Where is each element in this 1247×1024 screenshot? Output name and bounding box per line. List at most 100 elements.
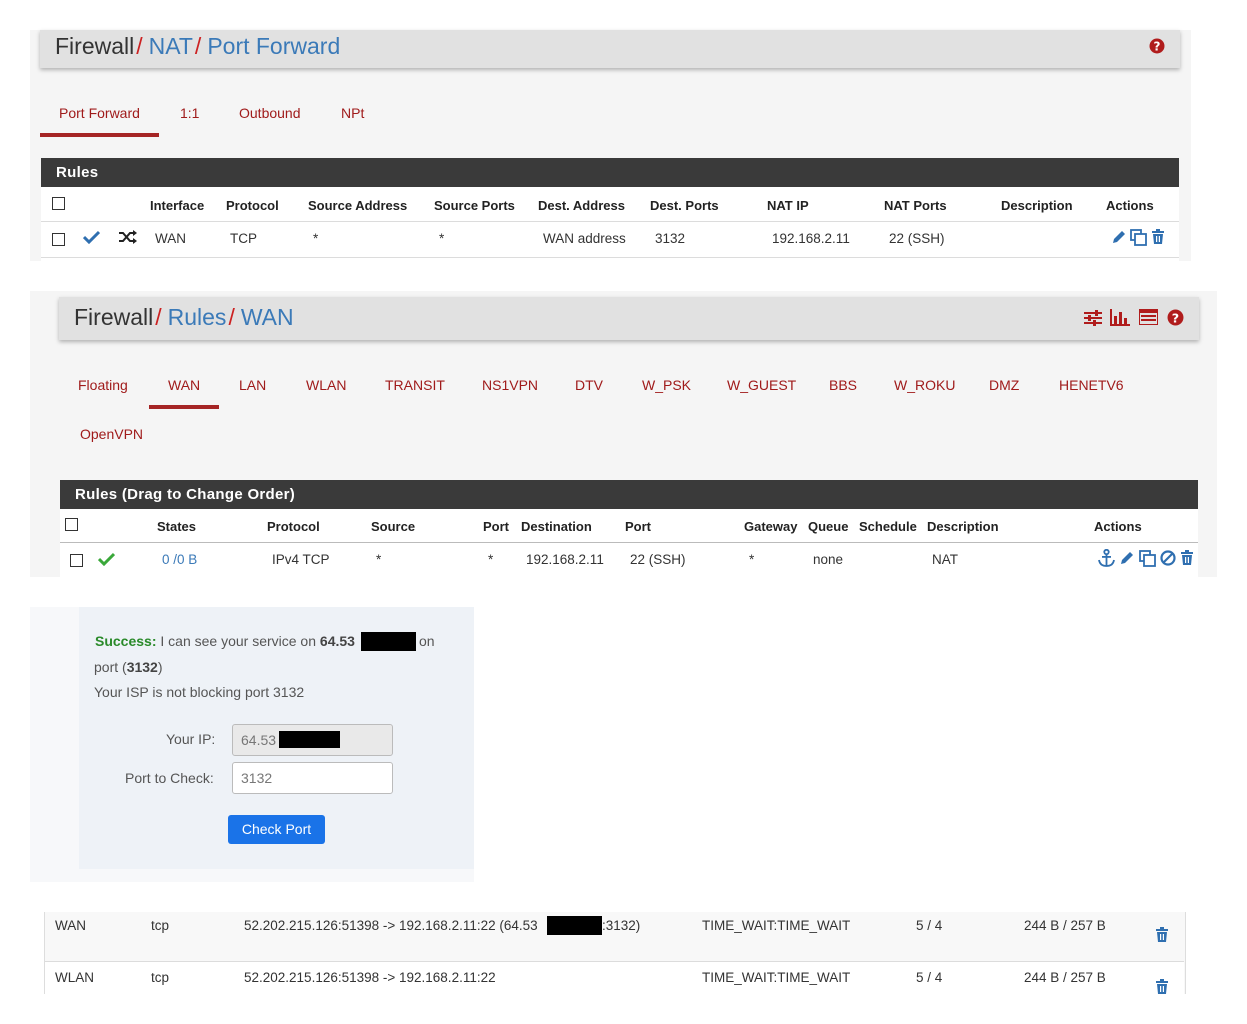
breadcrumb-sep: /: [228, 304, 235, 330]
trash-icon[interactable]: [1151, 229, 1165, 245]
nat-breadcrumb: Firewall/NAT/Port Forward: [55, 33, 340, 60]
col-actions: Actions: [1094, 519, 1142, 534]
isp-message: Your ISP is not blocking port 3132: [94, 684, 305, 700]
cell-interface: WAN: [155, 231, 186, 246]
help-icon[interactable]: ?: [1149, 38, 1165, 54]
trash-icon[interactable]: [1180, 550, 1194, 566]
breadcrumb-wan-link[interactable]: WAN: [241, 304, 294, 330]
check-port-button[interactable]: Check Port: [228, 815, 325, 844]
nat-rules-header: Rules: [41, 158, 1179, 187]
tab-transit[interactable]: TRANSIT: [385, 377, 445, 393]
bar-chart-icon[interactable]: [1110, 309, 1130, 326]
active-tab-indicator: [40, 133, 159, 137]
redacted-block: [279, 731, 340, 748]
success-message: Success: I can see your service on 64.53: [95, 633, 355, 649]
col-source-ports: Source Ports: [434, 198, 515, 213]
tab-bbs[interactable]: BBS: [829, 377, 857, 393]
state-connection-port: :3132): [602, 918, 641, 933]
state-protocol: tcp: [151, 970, 170, 985]
copy-icon[interactable]: [1130, 229, 1147, 246]
state-bytes: 244 B / 257 B: [1024, 970, 1106, 985]
copy-icon[interactable]: [1139, 550, 1156, 567]
check-icon: [98, 552, 115, 566]
state-protocol: tcp: [151, 918, 170, 933]
select-all-checkbox[interactable]: [52, 197, 65, 210]
success-port: port (3132): [94, 659, 163, 675]
list-table-icon[interactable]: [1139, 309, 1158, 325]
state-packets: 5 / 4: [916, 918, 943, 933]
port-to-check-label: Port to Check:: [125, 770, 214, 786]
success-label: Success:: [95, 633, 157, 649]
cell-dest-address: WAN address: [543, 231, 626, 246]
trash-icon[interactable]: [1155, 979, 1169, 995]
svg-text:?: ?: [1154, 40, 1161, 54]
rules-title-bar: Firewall/Rules/WAN ?: [59, 297, 1199, 340]
tab-lan[interactable]: LAN: [239, 377, 266, 393]
edit-icon[interactable]: [1119, 551, 1134, 566]
col-states: States: [157, 519, 197, 534]
breadcrumb-nat-link[interactable]: NAT: [149, 33, 193, 59]
divider: [41, 257, 1179, 258]
tab-wlan[interactable]: WLAN: [306, 377, 346, 393]
your-ip-label: Your IP:: [166, 731, 216, 747]
cell-dest-port: 22 (SSH): [630, 552, 686, 567]
tab-floating[interactable]: Floating: [78, 377, 128, 393]
tab-dmz[interactable]: DMZ: [989, 377, 1019, 393]
tab-one-to-one[interactable]: 1:1: [180, 105, 199, 121]
trash-icon[interactable]: [1155, 927, 1169, 943]
col-queue: Queue: [808, 519, 849, 534]
cell-source: *: [376, 552, 382, 567]
col-dest-port: Port: [625, 519, 651, 534]
tab-wan[interactable]: WAN: [168, 377, 200, 393]
edit-icon[interactable]: [1111, 230, 1126, 245]
port-to-check-input[interactable]: 3132: [232, 762, 393, 794]
sliders-icon[interactable]: [1084, 310, 1102, 326]
breadcrumb-sep: /: [194, 33, 202, 59]
tab-outbound[interactable]: Outbound: [239, 105, 301, 121]
tab-henetv6[interactable]: HENETV6: [1059, 377, 1124, 393]
tab-w-roku[interactable]: W_ROKU: [894, 377, 955, 393]
col-source-address: Source Address: [308, 198, 408, 213]
breadcrumb-port-forward-link[interactable]: Port Forward: [207, 33, 340, 59]
tab-ns1vpn[interactable]: NS1VPN: [482, 377, 538, 393]
disable-icon[interactable]: [1160, 550, 1176, 566]
success-port-value: 3132: [126, 659, 158, 675]
divider: [60, 542, 1198, 543]
tab-dtv[interactable]: DTV: [575, 377, 603, 393]
col-destination: Destination: [521, 519, 592, 534]
state-interface: WAN: [55, 918, 86, 933]
check-icon: [83, 230, 100, 244]
select-all-checkbox[interactable]: [65, 518, 78, 531]
tab-openvpn[interactable]: OpenVPN: [80, 426, 143, 442]
divider: [41, 221, 1179, 222]
cell-source-address: *: [313, 231, 319, 246]
success-ip: 64.53: [319, 633, 355, 649]
col-schedule: Schedule: [859, 519, 917, 534]
cell-source-port: *: [488, 552, 494, 567]
state-connection: 52.202.215.126:51398 -> 192.168.2.11:22 …: [244, 918, 538, 933]
redacted-block: [547, 916, 602, 935]
state-status: TIME_WAIT:TIME_WAIT: [702, 970, 851, 985]
tab-w-guest[interactable]: W_GUEST: [727, 377, 796, 393]
success-on: on: [419, 633, 435, 649]
help-icon[interactable]: ?: [1167, 309, 1184, 326]
state-packets: 5 / 4: [916, 970, 943, 985]
tab-w-psk[interactable]: W_PSK: [642, 377, 691, 393]
tab-port-forward[interactable]: Port Forward: [59, 105, 140, 121]
col-description: Description: [927, 519, 999, 534]
breadcrumb-rules-link[interactable]: Rules: [168, 304, 227, 330]
anchor-icon[interactable]: [1098, 549, 1115, 567]
cell-states-link[interactable]: 0 /0 B: [162, 552, 197, 567]
col-dest-ports: Dest. Ports: [650, 198, 719, 213]
col-gateway: Gateway: [744, 519, 798, 534]
breadcrumb-sep: /: [136, 33, 143, 59]
row-checkbox[interactable]: [70, 554, 83, 567]
col-source: Source: [371, 519, 416, 534]
redacted-block: [361, 632, 416, 651]
state-interface: WLAN: [55, 970, 95, 985]
cell-description: NAT: [932, 552, 958, 567]
tab-npt[interactable]: NPt: [341, 105, 364, 121]
cell-source-ports: *: [439, 231, 445, 246]
col-nat-ports: NAT Ports: [884, 198, 947, 213]
row-checkbox[interactable]: [52, 233, 65, 246]
